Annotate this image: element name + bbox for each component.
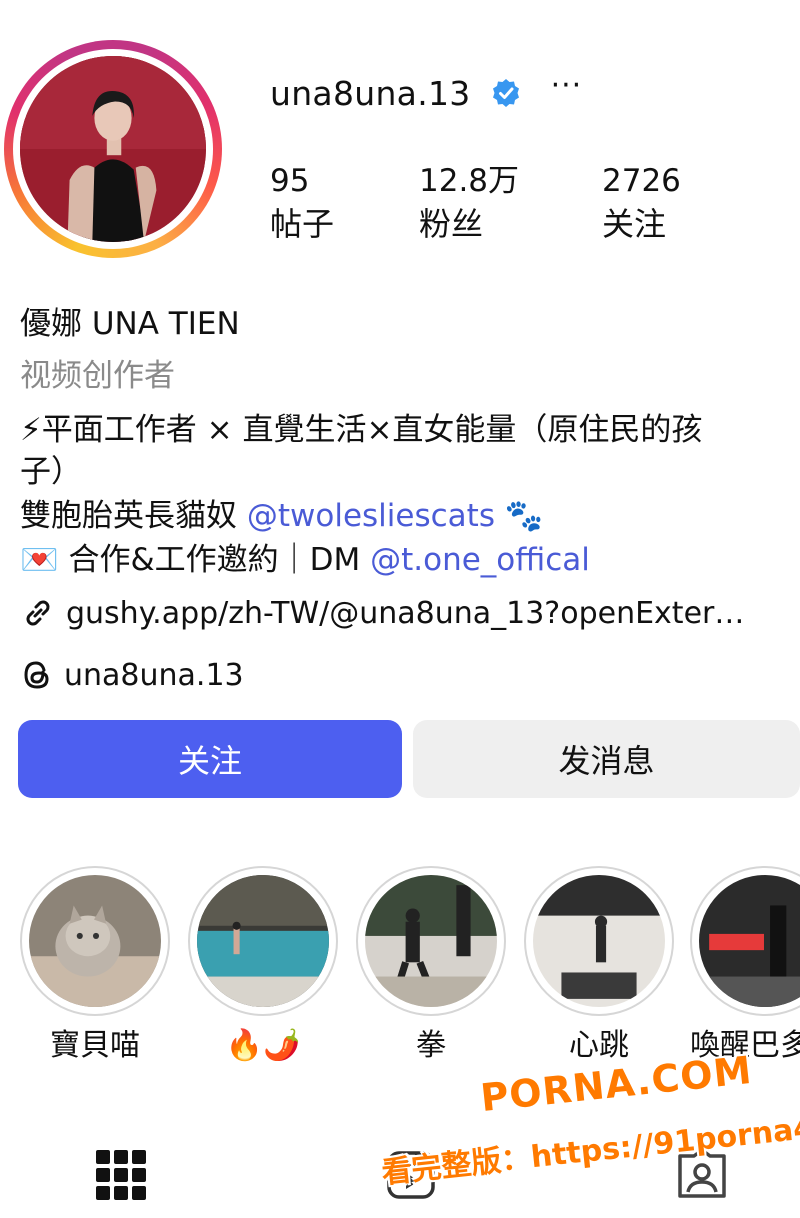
stat-following-label: 关注 [602, 205, 667, 243]
highlight-item[interactable]: 喚醒巴多 [690, 866, 800, 1066]
threads-icon [24, 661, 49, 689]
stat-followers-label: 粉丝 [419, 205, 484, 243]
highlight-label: 喚醒巴多 [690, 1028, 800, 1063]
bio-line-1: ⚡平面工作者 × 直覺生活×直女能量（原住民的孩 [20, 412, 703, 448]
category-label: 视频创作者 [20, 358, 175, 394]
stat-posts[interactable]: 95 帖子 [270, 160, 334, 246]
highlight-label: 拳 [416, 1028, 446, 1063]
stat-following[interactable]: 2726 关注 [602, 160, 681, 246]
threads-link[interactable]: una8una.13 [20, 652, 244, 698]
highlight-ring [690, 866, 800, 1016]
more-icon[interactable]: ··· [551, 71, 583, 101]
highlight-cover [29, 875, 161, 1007]
highlight-label: 心跳 [569, 1028, 629, 1063]
highlight-ring [20, 866, 170, 1016]
mention-twolesliescats[interactable]: @twolesliescats [247, 498, 495, 534]
bio-line-3: 雙胞胎英長貓奴 @twolesliescats 🐾 [20, 494, 543, 538]
profile-avatar-ring[interactable] [4, 40, 222, 258]
stat-posts-value: 95 [270, 163, 310, 199]
avatar-gap [13, 49, 213, 249]
paw-emoji: 🐾 [494, 498, 544, 534]
stat-following-value: 2726 [602, 163, 681, 199]
highlight-item[interactable]: 心跳 [524, 866, 674, 1066]
display-name: 優娜 UNA TIEN [20, 306, 240, 342]
highlight-ring [356, 866, 506, 1016]
bio-line-3-text: 雙胞胎英長貓奴 [20, 498, 247, 534]
external-link[interactable]: gushy.app/zh-TW/@una8una_13?openExter… [20, 590, 744, 636]
mention-t-one-offical[interactable]: @t.one_offical [370, 542, 590, 578]
highlight-ring [524, 866, 674, 1016]
highlight-cover [365, 875, 497, 1007]
highlight-item[interactable]: 寶貝喵 [20, 866, 170, 1066]
stat-followers[interactable]: 12.8万 粉丝 [419, 160, 519, 246]
bio-line-2: 子） [20, 454, 82, 490]
message-button[interactable]: 发消息 [413, 720, 800, 798]
grid-icon[interactable] [96, 1150, 146, 1200]
highlight-item[interactable]: 🔥🌶️ [188, 866, 338, 1066]
bio-line-4-text: 💌 合作&工作邀約｜DM [20, 542, 371, 578]
reels-icon[interactable] [386, 1150, 436, 1200]
highlight-label: 🔥🌶️ [225, 1028, 301, 1063]
profile-tab-bar [0, 1130, 800, 1218]
highlight-item[interactable]: 拳 [356, 866, 506, 1066]
username: una8una.13 [270, 73, 471, 113]
bio-line-4: 💌 合作&工作邀約｜DM @t.one_offical [20, 538, 590, 582]
stat-posts-label: 帖子 [270, 205, 335, 243]
verified-icon [492, 79, 519, 107]
tagged-icon[interactable] [676, 1148, 728, 1200]
highlight-cover [533, 875, 665, 1007]
highlight-cover [699, 875, 800, 1007]
highlight-ring [188, 866, 338, 1016]
highlight-cover [197, 875, 329, 1007]
stat-followers-value: 12.8万 [419, 163, 520, 199]
external-link-text: gushy.app/zh-TW/@una8una_13?openExter… [66, 595, 745, 631]
avatar-photo [20, 56, 206, 242]
username-row: una8una.13 ··· [270, 70, 582, 116]
highlight-label: 寶貝喵 [50, 1028, 140, 1063]
link-icon [26, 600, 50, 626]
threads-handle: una8una.13 [64, 657, 244, 693]
follow-button[interactable]: 关注 [18, 720, 402, 798]
avatar [20, 56, 206, 242]
